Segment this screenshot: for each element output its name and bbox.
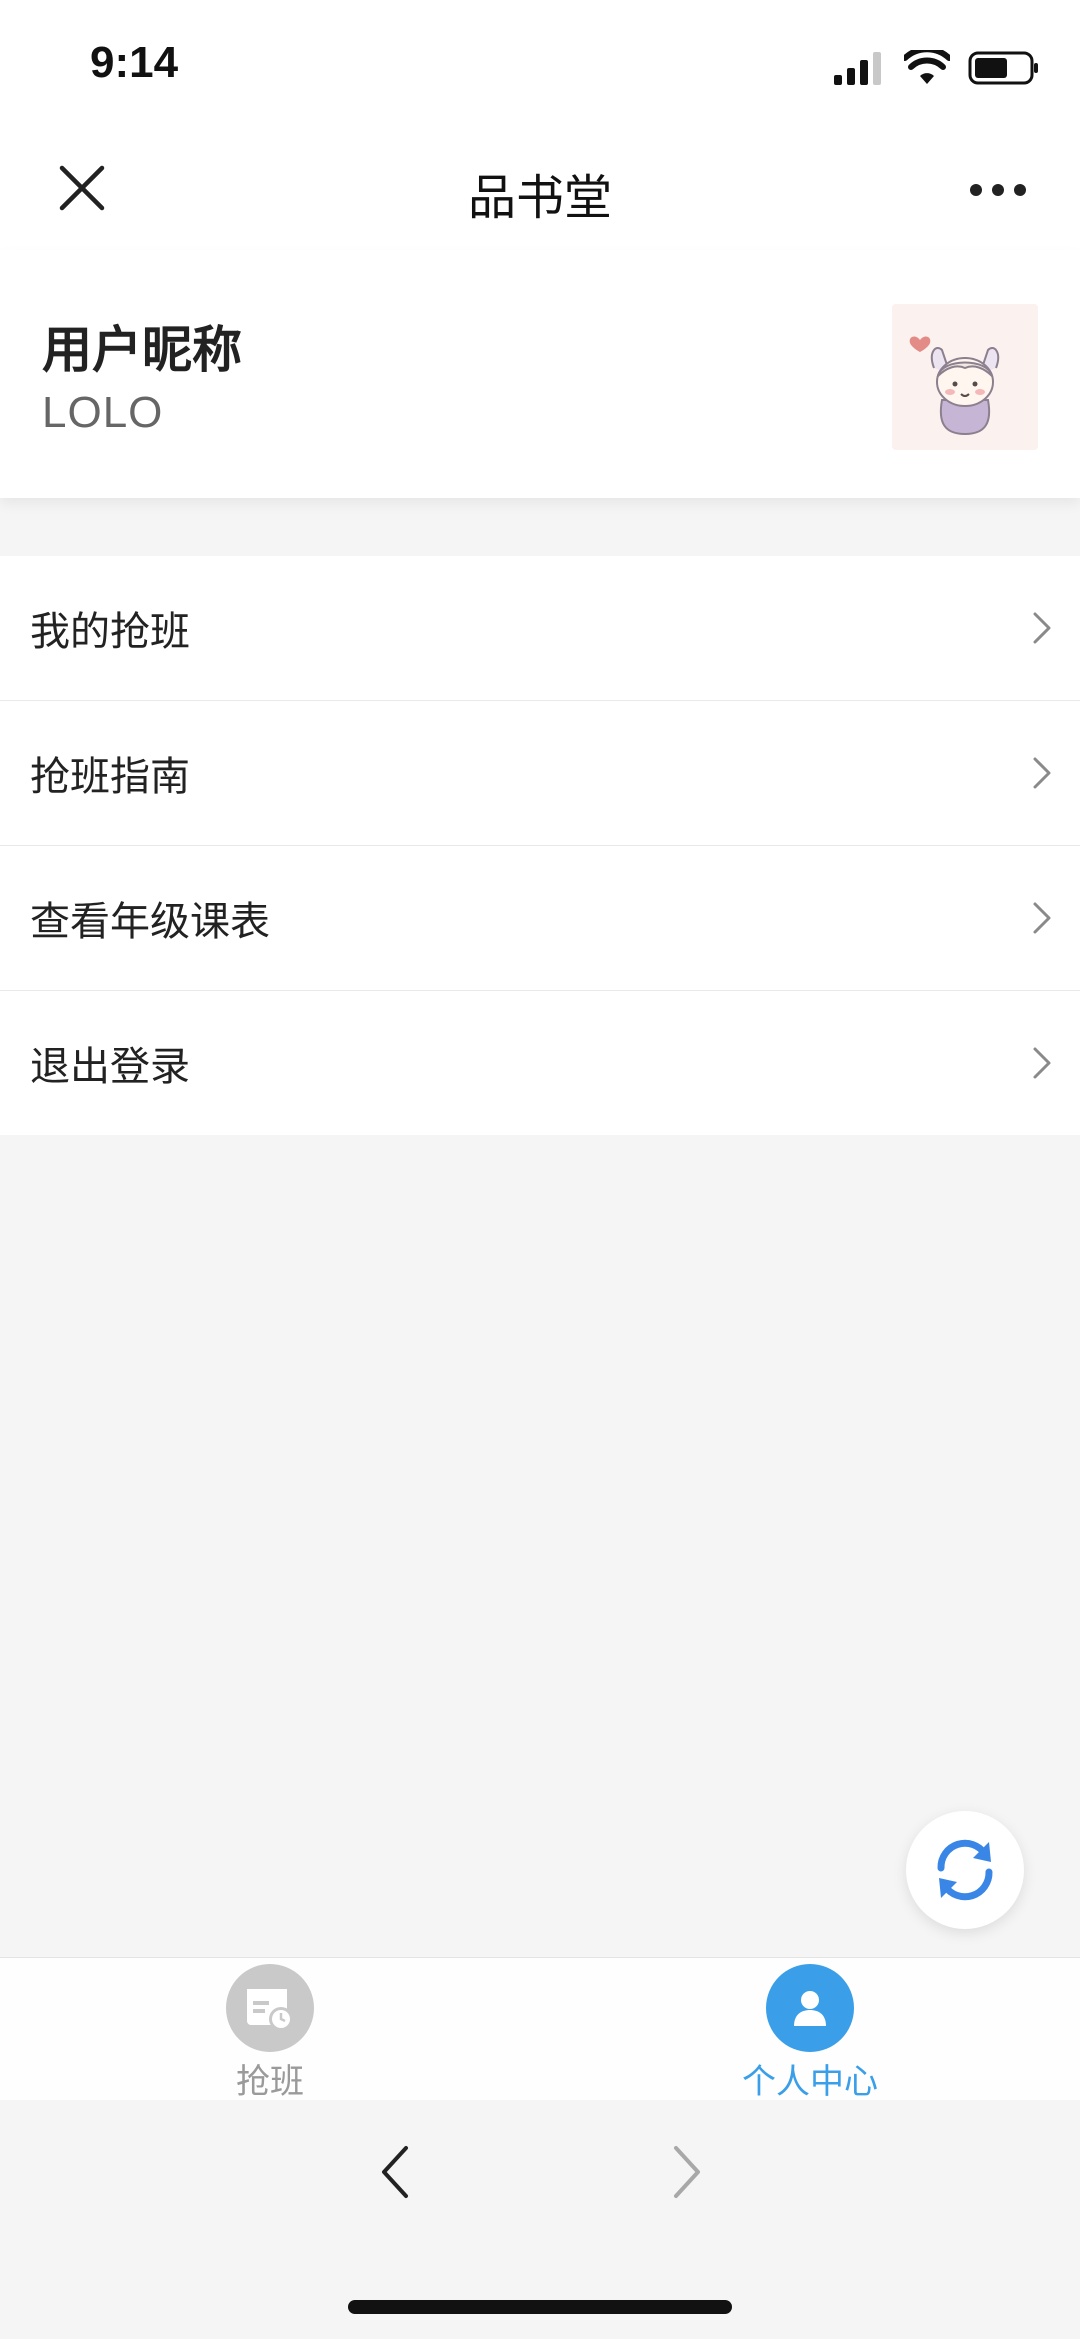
user-icon — [794, 1991, 826, 2026]
refresh-icon — [937, 1839, 993, 1901]
menu-item-label: 退出登录 — [30, 1044, 190, 1090]
menu-item-grade-schedule[interactable]: 查看年级课表 — [0, 846, 1080, 991]
avatar[interactable] — [892, 304, 1038, 450]
refresh-button[interactable] — [906, 1811, 1024, 1929]
tab-icon-circle — [766, 1964, 854, 2052]
tab-label: 抢班 — [236, 2062, 304, 2102]
calendar-clock-icon — [247, 1989, 293, 2031]
tab-profile[interactable]: 个人中心 — [710, 1958, 910, 2102]
profile-card: 用户昵称 LOLO — [0, 250, 1080, 498]
tab-label: 个人中心 — [742, 2062, 878, 2102]
menu-item-my-classes[interactable]: 我的抢班 — [0, 556, 1080, 701]
menu-list: 我的抢班 抢班指南 查看年级课表 退出登录 — [0, 556, 1080, 1135]
chevron-right-icon — [1033, 1047, 1051, 1079]
nickname-value: LOLO — [42, 388, 164, 437]
tab-bar: 抢班 个人中心 — [0, 1957, 1080, 2102]
status-time: 9:14 — [90, 38, 179, 87]
cellular-signal-icon — [834, 52, 881, 85]
menu-item-label: 抢班指南 — [30, 754, 190, 800]
status-bar: 9:14 — [0, 0, 1080, 130]
tab-grab-class[interactable]: 抢班 — [170, 1958, 370, 2102]
tab-icon-circle — [226, 1964, 314, 2052]
menu-item-logout[interactable]: 退出登录 — [0, 991, 1080, 1135]
battery-icon — [968, 51, 1038, 85]
menu-item-label: 查看年级课表 — [30, 899, 270, 945]
page-title: 品书堂 — [467, 170, 612, 226]
avatar-illustration — [892, 304, 1038, 450]
back-arrow-icon[interactable] — [378, 2142, 414, 2202]
chevron-right-icon — [1033, 757, 1051, 789]
chevron-right-icon — [1033, 902, 1051, 934]
wifi-icon — [904, 50, 950, 84]
menu-item-label: 我的抢班 — [30, 609, 190, 655]
nav-bar: 品书堂 — [0, 130, 1080, 250]
home-indicator — [348, 2300, 732, 2314]
nickname-label: 用户昵称 — [42, 321, 242, 379]
chevron-right-icon — [1033, 612, 1051, 644]
more-icon[interactable] — [968, 182, 1028, 198]
forward-arrow-icon[interactable] — [668, 2142, 704, 2202]
status-icons — [834, 48, 1040, 88]
menu-item-guide[interactable]: 抢班指南 — [0, 701, 1080, 846]
